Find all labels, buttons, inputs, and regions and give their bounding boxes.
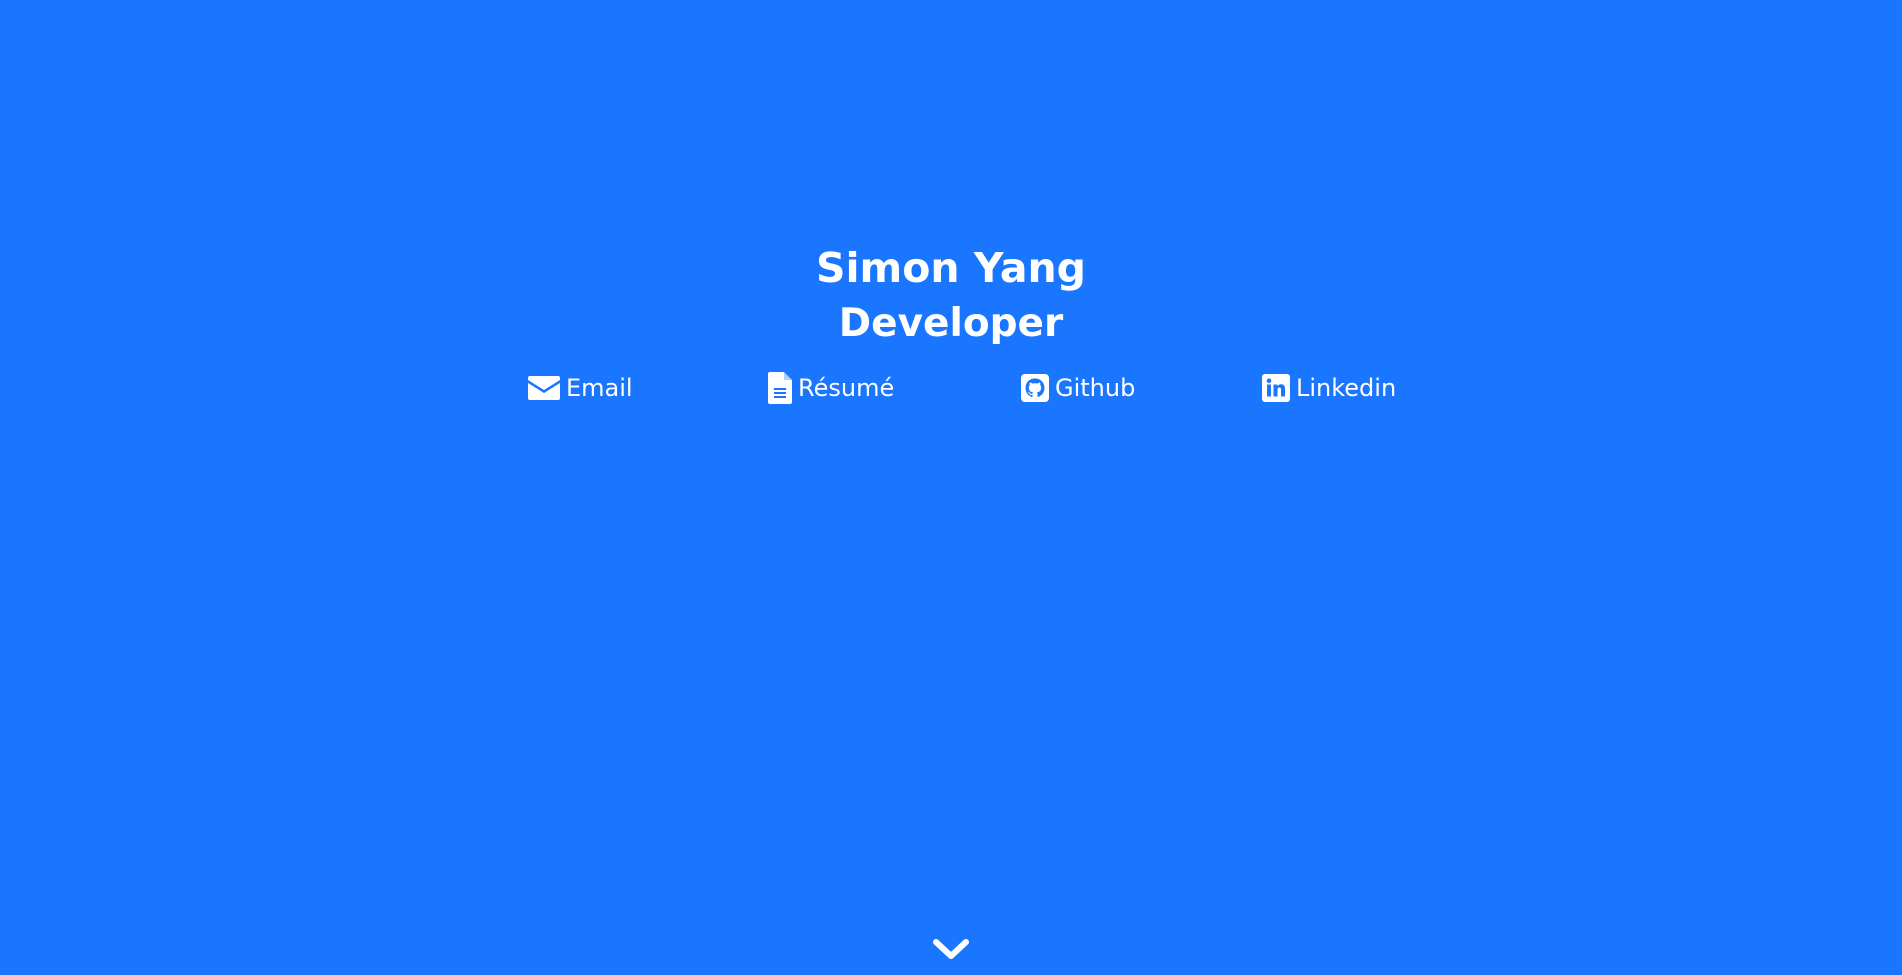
hero-section: Simon Yang Developer Email Résumé Github…: [0, 0, 1902, 975]
linkedin-link-label: Linkedin: [1296, 374, 1397, 402]
email-link[interactable]: Email: [528, 370, 633, 406]
github-link-label: Github: [1055, 374, 1136, 402]
resume-link[interactable]: Résumé: [768, 370, 894, 406]
document-icon: [768, 372, 792, 404]
chevron-down-icon: [932, 938, 970, 966]
hero-role: Developer: [838, 301, 1064, 346]
contact-links: Email Résumé Github Linkedin: [0, 370, 1902, 406]
linkedin-link[interactable]: Linkedin: [1262, 370, 1396, 406]
envelope-icon: [528, 376, 560, 400]
resume-link-label: Résumé: [798, 374, 895, 402]
github-icon: [1021, 374, 1049, 402]
linkedin-icon: [1262, 374, 1290, 402]
email-link-label: Email: [566, 374, 633, 402]
hero-name: Simon Yang: [815, 244, 1087, 292]
github-link[interactable]: Github: [1021, 370, 1135, 406]
scroll-down-button[interactable]: [932, 938, 970, 966]
